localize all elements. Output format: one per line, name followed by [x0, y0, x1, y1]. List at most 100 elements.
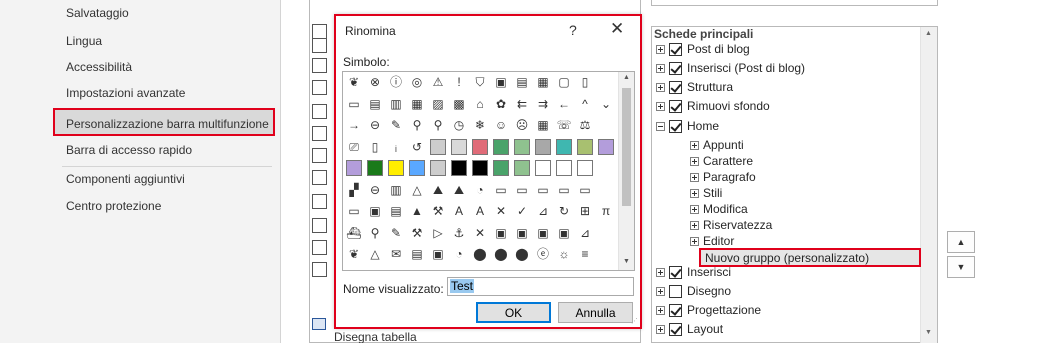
symbol-cell[interactable]: ⓘ: [388, 74, 404, 90]
nav-item-barra-accesso-rapido[interactable]: Barra di accesso rapido: [54, 136, 276, 164]
symbol-cell[interactable]: ⚒: [409, 225, 425, 241]
symbol-cell[interactable]: ▤: [388, 203, 404, 219]
symbol-cell[interactable]: [346, 160, 362, 176]
expand-icon[interactable]: [656, 325, 665, 335]
symbol-cell[interactable]: ⚖: [577, 117, 593, 133]
symbol-cell[interactable]: [451, 138, 467, 155]
expand-icon[interactable]: [690, 173, 699, 183]
symbol-cell[interactable]: ▦: [535, 74, 551, 90]
display-name-input[interactable]: [447, 277, 634, 296]
tree-row-disegno[interactable]: Disegno: [656, 283, 731, 300]
symbol-cell[interactable]: [535, 138, 551, 155]
nav-item-componenti-aggiuntivi[interactable]: Componenti aggiuntivi: [54, 165, 276, 193]
symbol-cell[interactable]: ☺: [493, 117, 509, 133]
scroll-up-icon[interactable]: ▲: [925, 30, 932, 37]
symbol-cell[interactable]: ▭: [514, 182, 530, 198]
symbol-cell[interactable]: ⛴: [346, 225, 362, 241]
symbol-cell[interactable]: ⓔ: [535, 246, 551, 262]
symbol-cell[interactable]: ✉: [388, 246, 404, 262]
tree-row-home[interactable]: Home: [656, 118, 719, 135]
symbol-cell[interactable]: ✎: [388, 117, 404, 133]
nav-item-impostazioni-avanzate[interactable]: Impostazioni avanzate: [54, 79, 276, 107]
symbol-cell[interactable]: ⚲: [409, 117, 425, 133]
tree-row-progettazione[interactable]: Progettazione: [656, 302, 761, 319]
command-item-disegna-tabella[interactable]: Disegna tabella: [334, 330, 417, 343]
checkbox-checked[interactable]: [669, 304, 682, 318]
tree-row-layout[interactable]: Layout: [656, 321, 723, 338]
symbol-cell[interactable]: ⊿: [535, 203, 551, 219]
symbol-cell[interactable]: ✕: [472, 225, 488, 241]
symbol-cell[interactable]: ☏: [556, 117, 572, 133]
symbol-cell[interactable]: ↻: [556, 203, 572, 219]
symbol-cell[interactable]: [577, 160, 593, 176]
tree-row-appunti[interactable]: Appunti: [690, 137, 744, 154]
symbol-cell[interactable]: [493, 160, 509, 176]
expand-icon[interactable]: [690, 221, 699, 231]
symbol-cell[interactable]: [409, 160, 425, 176]
symbol-cell[interactable]: ▭: [556, 182, 572, 198]
symbol-cell[interactable]: ▩: [451, 96, 467, 112]
symbol-cell[interactable]: !: [451, 74, 467, 90]
expand-icon[interactable]: [656, 306, 665, 316]
resize-grip-icon[interactable]: ⋰: [631, 318, 639, 326]
symbol-cell[interactable]: ☹: [514, 117, 530, 133]
symbol-cell[interactable]: ≡: [577, 246, 593, 262]
expand-icon[interactable]: [690, 205, 699, 215]
symbol-cell[interactable]: ⇇: [514, 96, 530, 112]
symbol-cell[interactable]: ⊖: [367, 182, 383, 198]
symbol-cell[interactable]: ▥: [388, 182, 404, 198]
symbol-cell[interactable]: ▣: [367, 203, 383, 219]
symbol-cell[interactable]: A: [472, 203, 488, 219]
symbol-cell[interactable]: A: [451, 203, 467, 219]
help-button[interactable]: ?: [569, 22, 577, 38]
symbol-grid-scrollbar[interactable]: ▲ ▼: [618, 72, 634, 270]
symbol-cell[interactable]: [535, 160, 551, 176]
symbol-cell[interactable]: ⛉: [472, 74, 488, 90]
checkbox-checked[interactable]: [669, 266, 682, 280]
symbol-cell[interactable]: ⚓: [451, 225, 467, 241]
expand-icon[interactable]: [690, 237, 699, 247]
tree-row-modifica[interactable]: Modifica: [690, 201, 748, 218]
symbol-cell[interactable]: ❄: [472, 117, 488, 133]
symbol-cell[interactable]: ▣: [493, 225, 509, 241]
move-up-button[interactable]: ▲: [947, 231, 975, 253]
symbol-cell[interactable]: [451, 160, 467, 176]
cancel-button[interactable]: Annulla: [558, 302, 633, 323]
symbol-cell[interactable]: ⛰: [430, 182, 446, 198]
symbol-cell[interactable]: ▤: [409, 246, 425, 262]
tree-row-riservatezza[interactable]: Riservatezza: [690, 217, 772, 234]
expand-icon[interactable]: [656, 287, 665, 297]
tree-row-post-di-blog[interactable]: Post di blog: [656, 41, 750, 58]
expand-icon[interactable]: [656, 45, 665, 55]
symbol-cell[interactable]: [556, 160, 572, 176]
symbol-cell[interactable]: ✎: [388, 225, 404, 241]
symbol-cell[interactable]: ▷: [430, 225, 446, 241]
symbol-grid-cells[interactable]: ❦ ⊗ ⓘ ◎ ⚠! ⛉ ▣ ▤ ▦ ▢ ▯ ▭ ▤ ▥ ▦ ▨ ▩ ⌂ ✿ ⇇ ⇉ ← ^ ⌄ → ⊖ ✎ ⚲ ⚲ ◷ ❄ ☺ ☹ ▦ ☏ ⚖ ⎚ ▯ ᵢ…: [346, 74, 618, 268]
symbol-cell[interactable]: →: [346, 117, 362, 133]
scroll-up-icon[interactable]: ▲: [623, 74, 630, 81]
symbol-cell[interactable]: ⌂: [472, 96, 488, 112]
checkbox-checked[interactable]: [669, 43, 682, 57]
expand-icon[interactable]: [690, 189, 699, 199]
symbol-cell[interactable]: ⛰: [451, 182, 467, 198]
symbol-cell[interactable]: ▣: [556, 225, 572, 241]
symbol-cell[interactable]: [472, 160, 488, 176]
symbol-cell[interactable]: ▣: [535, 225, 551, 241]
tree-row-inserisci[interactable]: Inserisci: [656, 264, 731, 281]
scroll-down-icon[interactable]: ▼: [925, 329, 932, 336]
expand-icon[interactable]: [690, 157, 699, 167]
symbol-cell[interactable]: ⬤: [514, 246, 530, 262]
checkbox-checked[interactable]: [669, 81, 682, 95]
symbol-cell[interactable]: ◎: [409, 74, 425, 90]
expand-icon[interactable]: [656, 268, 665, 278]
symbol-cell[interactable]: ▭: [577, 182, 593, 198]
nav-item-personalizzazione-barra[interactable]: Personalizzazione barra multifunzione: [53, 108, 275, 136]
expand-icon[interactable]: [656, 64, 665, 74]
symbol-cell[interactable]: ⇉: [535, 96, 551, 112]
symbol-cell[interactable]: ⚠: [430, 74, 446, 90]
nav-item-accessibilita[interactable]: Accessibilità: [54, 53, 276, 81]
symbol-cell[interactable]: ⎚: [346, 139, 362, 155]
expand-icon[interactable]: [656, 83, 665, 93]
checkbox-checked[interactable]: [669, 100, 682, 114]
close-icon[interactable]: ✕: [610, 19, 624, 39]
